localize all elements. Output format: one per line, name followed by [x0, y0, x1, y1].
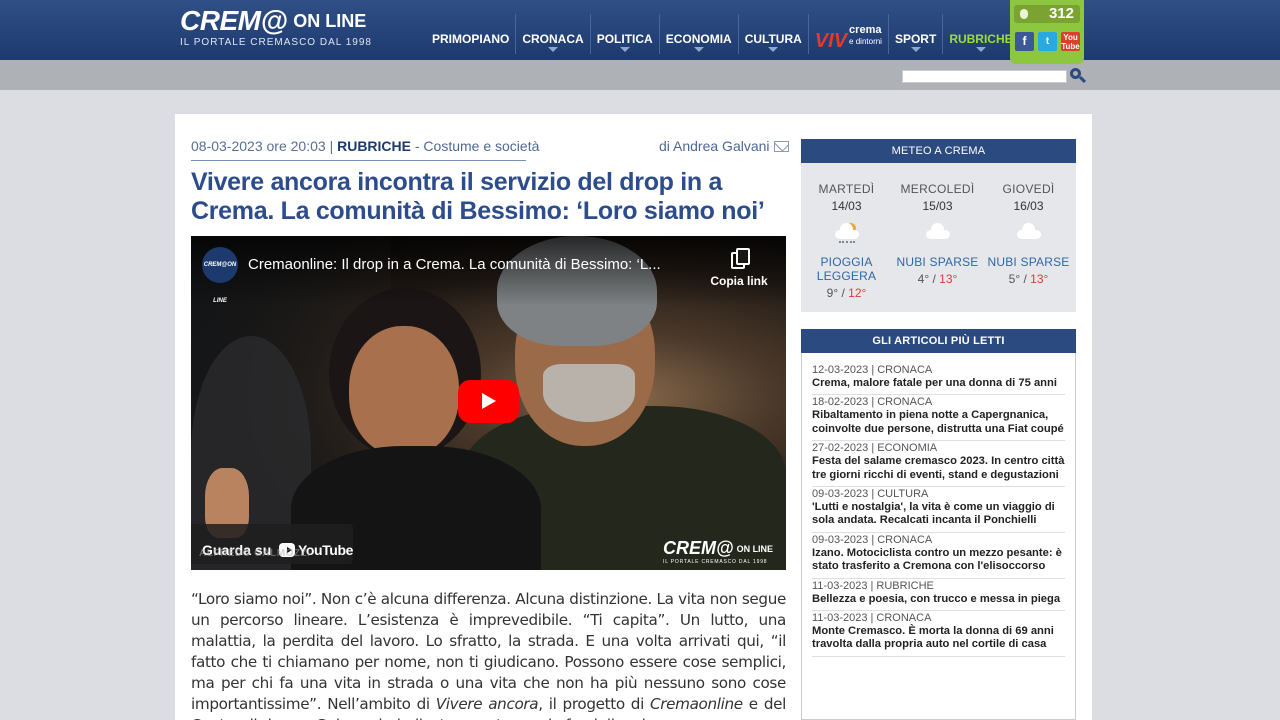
search-bar-strip: [0, 60, 1280, 90]
weather-title: METEO A CREMA: [801, 139, 1076, 163]
list-item[interactable]: 18-02-2023 | CRONACA Ribaltamento in pie…: [812, 395, 1065, 442]
nav-item-primopiano[interactable]: PRIMOPIANO: [426, 14, 517, 54]
nav-item-sport[interactable]: SPORT: [889, 14, 944, 54]
copy-link-label: Copia link: [710, 274, 768, 288]
mail-icon[interactable]: [773, 140, 789, 152]
article-category[interactable]: RUBRICHE: [337, 138, 411, 154]
emphasis-vivere-ancora: Vivere ancora: [435, 695, 539, 713]
cloud-icon: [1014, 221, 1044, 251]
video-woman-face: [349, 326, 459, 456]
list-item[interactable]: 11-03-2023 | RUBRICHE Bellezza e poesia,…: [812, 579, 1065, 612]
chevron-down-icon: [768, 47, 779, 52]
chevron-down-icon: [693, 47, 704, 52]
nav-item-cultura[interactable]: CULTURA: [739, 14, 809, 54]
nav-item-politica[interactable]: POLITICA: [591, 14, 660, 54]
chevron-down-icon: [975, 47, 986, 52]
social-panel: 312 f t You Tube: [1010, 0, 1084, 64]
logo-online-label: ON LINE: [293, 11, 367, 31]
logo-wordmark: CREM@: [180, 5, 288, 36]
user-icon: [1020, 9, 1028, 19]
article-meta: 08-03-2023 ore 20:03 | RUBRICHE - Costum…: [191, 138, 539, 161]
nav-item-vivicrema[interactable]: VIV crema e dintorni: [809, 14, 889, 54]
facebook-icon[interactable]: f: [1015, 32, 1034, 51]
most-read-widget: GLI ARTICOLI PIÙ LETTI 12-03-2023 | CRON…: [801, 329, 1076, 720]
watermark-wordmark: CREM@: [663, 538, 734, 558]
most-read-title: GLI ARTICOLI PIÙ LETTI: [801, 329, 1076, 353]
watermark-tagline: IL PORTALE CREMASCO DAL 1998: [663, 559, 768, 565]
twitter-icon[interactable]: t: [1038, 32, 1057, 51]
copy-link-button[interactable]: Copia link: [709, 248, 769, 288]
nav-item-rubriche[interactable]: RUBRICHE: [943, 14, 1018, 54]
list-item[interactable]: 11-03-2023 | CRONACA Monte Cremasco. È m…: [812, 611, 1065, 657]
chevron-down-icon: [619, 47, 630, 52]
video-watermark: CREM@ ON LINE IL PORTALE CREMASCO DAL 19…: [663, 538, 773, 565]
nav-item-economia[interactable]: ECONOMIA: [660, 14, 739, 54]
vivicrema-logo: VIV: [814, 30, 848, 52]
weather-day: MERCOLEDÌ 15/03 NUBI SPARSE 4° / 13°: [896, 182, 979, 286]
cloud-icon: [923, 221, 953, 251]
logo-tagline: IL PORTALE CREMASCO DAL 1998: [180, 37, 372, 48]
play-button[interactable]: [458, 380, 519, 423]
vivicrema-label: crema: [849, 24, 882, 36]
copy-icon: [731, 248, 750, 269]
meta-separator: |: [329, 138, 334, 154]
article-headline: Vivere ancora incontra il servizio del d…: [191, 168, 765, 225]
watermark-online: ON LINE: [736, 543, 774, 554]
article-date: 08-03-2023 ore 20:03: [191, 138, 326, 154]
site-logo[interactable]: CREM@ ON LINE IL PORTALE CREMASCO DAL 19…: [180, 5, 372, 49]
video-player[interactable]: CREM@ON LINE Cremaonline: Il drop in a C…: [191, 236, 786, 570]
nav-item-cronaca[interactable]: CRONACA: [516, 14, 591, 54]
search-input[interactable]: [902, 70, 1067, 83]
video-man-beard: [543, 364, 635, 422]
list-item[interactable]: 09-03-2023 | CULTURA 'Lutti e nostalgia'…: [812, 487, 1065, 533]
main-nav: PRIMOPIANO CRONACA POLITICA ECONOMIA CUL…: [426, 14, 1019, 54]
author-name: di Andrea Galvani: [659, 138, 770, 154]
channel-avatar[interactable]: CREM@ON LINE: [202, 247, 238, 304]
weather-day: GIOVEDÌ 16/03 NUBI SPARSE 5° / 13°: [987, 182, 1070, 286]
chevron-down-icon: [548, 47, 559, 52]
list-item[interactable]: 27-02-2023 | ECONOMIA Festa del salame c…: [812, 441, 1065, 488]
emphasis-cremaonline: Cremaonline: [650, 695, 743, 713]
chevron-down-icon: [910, 47, 921, 52]
vivicrema-sublabel: e dintorni: [849, 37, 882, 46]
video-credit: ALFREDO GALMOZZI: [199, 548, 311, 559]
youtube-icon[interactable]: You Tube: [1061, 32, 1080, 51]
article-body: “Loro siamo noi”. Non c’è alcuna differe…: [191, 590, 786, 720]
list-item[interactable]: 09-03-2023 | CRONACA Izano. Motociclista…: [812, 533, 1065, 579]
article-author[interactable]: di Andrea Galvani: [659, 138, 789, 154]
search-icon[interactable]: [1069, 67, 1087, 85]
video-title[interactable]: Cremaonline: Il drop in a Crema. La comu…: [248, 256, 661, 273]
article-subcategory[interactable]: - Costume e società: [415, 138, 540, 154]
list-item[interactable]: 12-03-2023 | CRONACA Crema, malore fatal…: [812, 363, 1065, 396]
online-users-counter: 312: [1014, 5, 1080, 23]
weather-day: MARTEDÌ 14/03 PIOGGIA LEGGERA 9° / 12°: [816, 182, 877, 300]
weather-widget: METEO A CREMA MARTEDÌ 14/03 PIOGGIA LEGG…: [801, 139, 1076, 312]
rain-icon: [832, 221, 862, 251]
